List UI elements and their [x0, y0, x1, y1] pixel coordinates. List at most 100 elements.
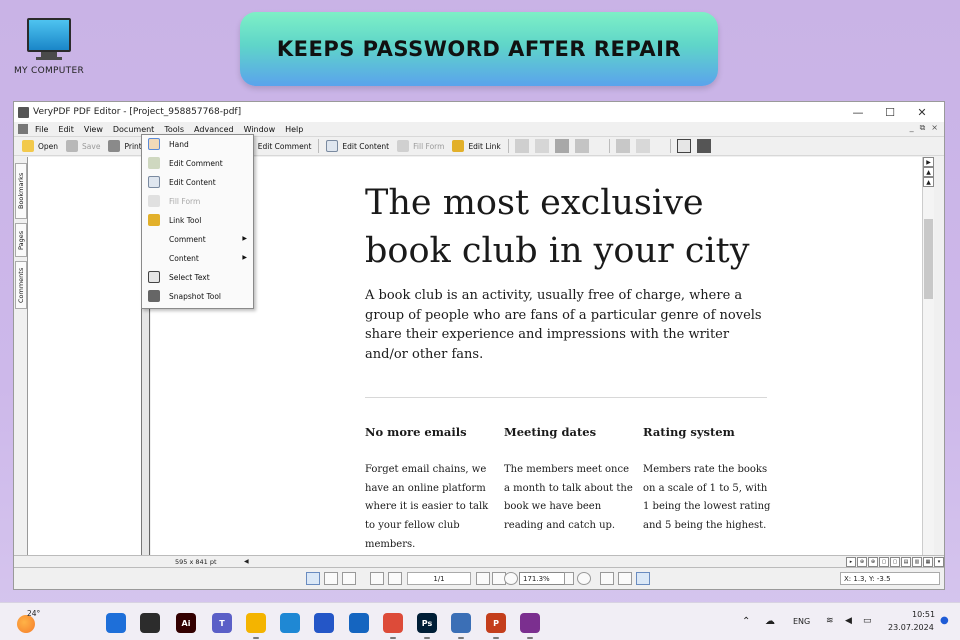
navigation-bar: 1/1 171.3% X: 1.3, Y: -3.5 [14, 567, 944, 589]
scroll-right-icon[interactable]: ▶ [923, 157, 934, 167]
menu-view[interactable]: View [79, 125, 108, 134]
note-icon[interactable] [534, 139, 549, 153]
zoom-in-icon[interactable] [577, 572, 591, 585]
menu-document[interactable]: Document [108, 125, 159, 134]
menu-help[interactable]: Help [280, 125, 308, 134]
hscroll-btn-icon[interactable]: ▢ [890, 557, 900, 567]
menu-item-hand[interactable]: Hand [142, 135, 253, 154]
menu-item-select-text[interactable]: Select Text [142, 268, 253, 287]
my-computer-desktop-icon[interactable]: MY COMPUTER [12, 18, 86, 76]
menu-item-edit-comment[interactable]: Edit Comment [142, 154, 253, 173]
store-icon[interactable] [314, 613, 334, 633]
menu-item-edit-content[interactable]: Edit Content [142, 173, 253, 192]
fit-width-icon[interactable] [618, 572, 632, 585]
continuous-view-icon[interactable] [324, 572, 338, 585]
hscroll-btn-icon[interactable]: ▦ [923, 557, 933, 567]
menu-item-content[interactable]: Content ▶ [142, 249, 253, 268]
notification-bell-icon[interactable]: ● [940, 615, 949, 626]
volume-icon[interactable]: ◀ [845, 616, 852, 626]
wifi-icon[interactable]: ≋ [826, 616, 834, 626]
previous-page-icon[interactable] [388, 572, 402, 585]
task-view-icon[interactable] [140, 613, 160, 633]
pdf-tool-icon[interactable] [451, 613, 471, 639]
powerpoint-icon[interactable]: P [486, 613, 506, 639]
line-icon[interactable] [635, 139, 650, 153]
archive-icon[interactable] [520, 613, 540, 639]
doc-minimize-button[interactable]: _ [910, 123, 914, 133]
menu-item-comment[interactable]: Comment ▶ [142, 230, 253, 249]
hscroll-btn-icon[interactable]: ⊕ [857, 557, 867, 567]
teams-icon[interactable]: T [212, 613, 232, 633]
tab-pages[interactable]: Pages [15, 223, 27, 257]
page-number-field[interactable]: 1/1 [407, 572, 471, 585]
save-button[interactable]: Save [62, 140, 104, 152]
next-page-icon[interactable] [476, 572, 490, 585]
scroll-top-icon[interactable]: ▲ [923, 177, 934, 187]
zoom-out-icon[interactable] [504, 572, 518, 585]
doc-restore-button[interactable]: ⧉ [920, 123, 926, 133]
vertical-scrollbar[interactable]: ▶ ▲ ▲ [922, 157, 934, 555]
doc-close-button[interactable]: × [931, 123, 938, 133]
zoom-select[interactable]: 171.3% [519, 572, 565, 585]
clock-time[interactable]: 10:51 [912, 610, 935, 619]
zoom-dropdown-icon[interactable] [564, 572, 574, 585]
snapshot-icon[interactable] [696, 139, 711, 153]
tab-comments[interactable]: Comments [15, 261, 27, 309]
menu-item-snapshot-tool[interactable]: Snapshot Tool [142, 287, 253, 306]
maximize-button[interactable]: ☐ [874, 104, 906, 120]
columns-icon[interactable] [514, 139, 529, 153]
hscroll-btn-icon[interactable]: ▤ [901, 557, 911, 567]
edit-comment-button[interactable]: Edit Comment [254, 142, 316, 151]
menu-tools[interactable]: Tools [159, 125, 189, 134]
illustrator-icon[interactable]: Ai [176, 613, 196, 633]
battery-icon[interactable]: ▭ [863, 616, 872, 626]
menu-item-link-tool[interactable]: Link Tool [142, 211, 253, 230]
menu-item-fill-form[interactable]: Fill Form [142, 192, 253, 211]
fit-page-icon[interactable] [600, 572, 614, 585]
cloud-icon[interactable]: ☁ [765, 616, 775, 627]
single-page-view-icon[interactable] [306, 572, 320, 585]
tray-chevron-icon[interactable]: ⌃ [742, 616, 750, 627]
edit-link-button[interactable]: Edit Link [448, 140, 504, 152]
document-view[interactable]: The most exclusive book club in your cit… [151, 157, 934, 555]
menu-advanced[interactable]: Advanced [189, 125, 239, 134]
menu-file[interactable]: File [30, 125, 53, 134]
clock-date[interactable]: 23.07.2024 [888, 623, 934, 632]
hscroll-btn-icon[interactable]: ▾ [934, 557, 944, 567]
hand-icon [148, 138, 160, 150]
mail-icon[interactable] [349, 613, 369, 633]
hscroll-btn-icon[interactable]: ⊕ [868, 557, 878, 567]
fill-form-button[interactable]: Fill Form [393, 140, 448, 152]
scroll-up-icon[interactable]: ▲ [923, 167, 934, 177]
monitor-icon [27, 18, 71, 52]
dropdown-arrow-icon[interactable] [595, 139, 603, 153]
hscroll-btn-icon[interactable]: ▢ [879, 557, 889, 567]
chrome-icon[interactable] [383, 613, 403, 639]
pencil-icon[interactable] [574, 139, 589, 153]
scroll-left-icon[interactable]: ◀ [244, 558, 249, 565]
menu-edit[interactable]: Edit [53, 125, 79, 134]
edit-content-button[interactable]: Edit Content [322, 140, 393, 152]
photoshop-icon[interactable]: Ps [417, 613, 437, 639]
hscroll-btn-icon[interactable]: ▸ [846, 557, 856, 567]
windows-start-icon[interactable] [106, 613, 126, 633]
snapshot-icon [148, 290, 160, 302]
edge-icon[interactable] [280, 613, 300, 633]
print-button[interactable]: Print [104, 140, 145, 152]
dropdown-arrow-icon-2[interactable] [656, 139, 664, 153]
facing-view-icon[interactable] [342, 572, 356, 585]
stamp-icon[interactable] [554, 139, 569, 153]
open-button[interactable]: Open [18, 140, 62, 152]
tab-bookmarks[interactable]: Bookmarks [15, 163, 27, 219]
first-page-icon[interactable] [370, 572, 384, 585]
panel-icon[interactable] [615, 139, 630, 153]
select-text-icon[interactable] [676, 139, 691, 153]
close-button[interactable]: ✕ [906, 104, 938, 120]
hscroll-btn-icon[interactable]: ▥ [912, 557, 922, 567]
minimize-button[interactable]: — [842, 104, 874, 120]
menu-window[interactable]: Window [239, 125, 281, 134]
language-indicator[interactable]: ENG [793, 617, 810, 626]
actual-size-icon[interactable] [636, 572, 650, 585]
scroll-thumb[interactable] [924, 219, 933, 299]
file-explorer-icon[interactable] [246, 613, 266, 639]
